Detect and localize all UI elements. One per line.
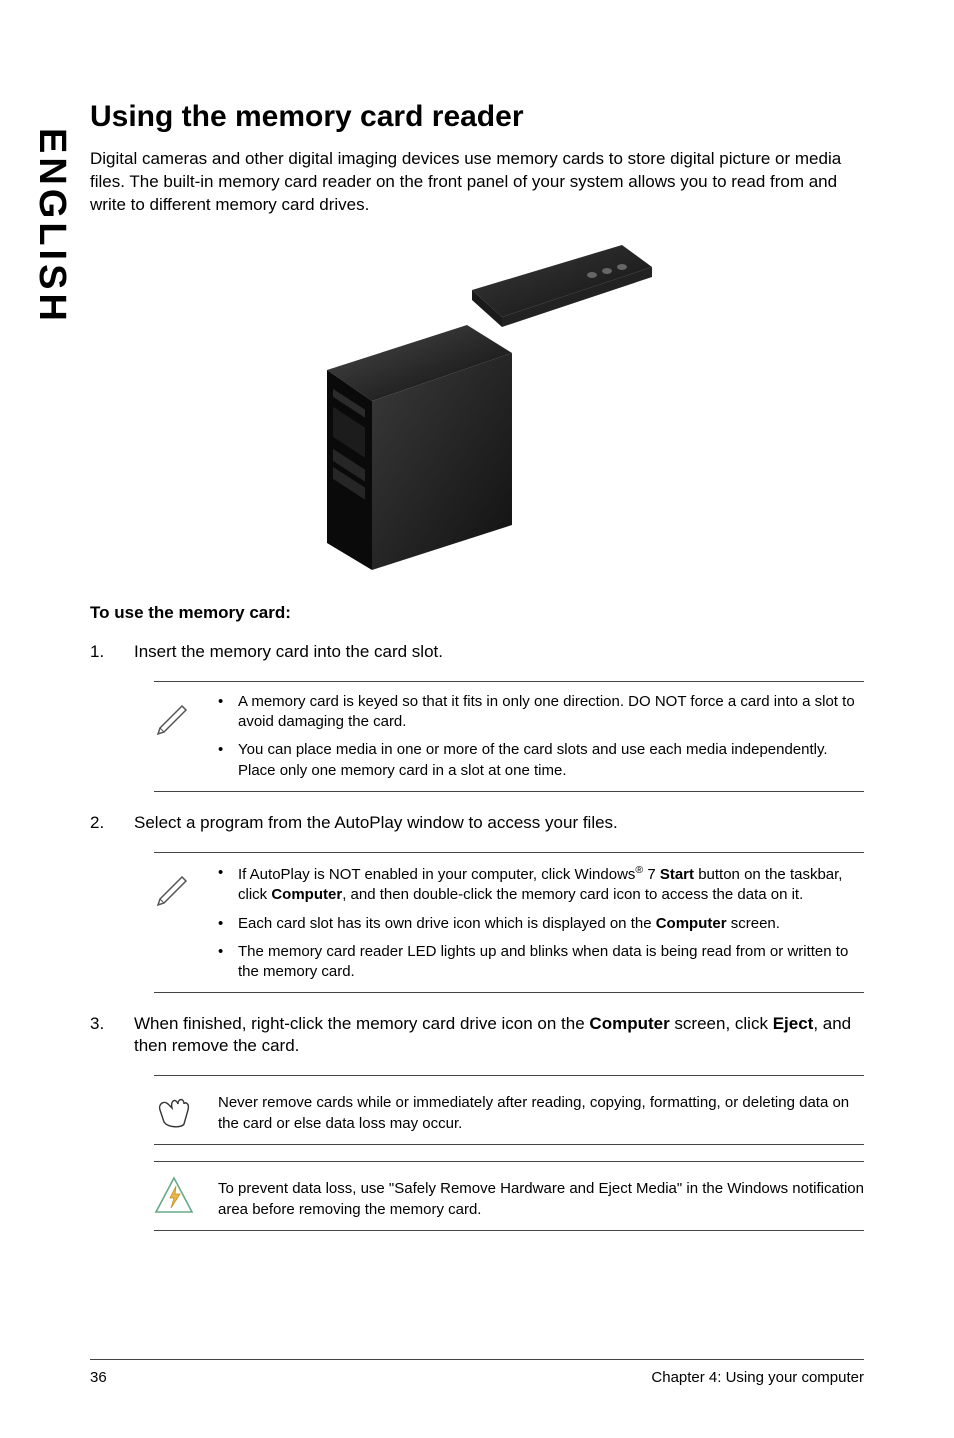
note2-b1-bold2: Computer	[271, 886, 342, 903]
note2-bullet-1: • If AutoPlay is NOT enabled in your com…	[218, 863, 864, 906]
pencil-icon	[154, 692, 200, 781]
page-title: Using the memory card reader	[90, 100, 864, 134]
page-footer: 36 Chapter 4: Using your computer	[90, 1369, 864, 1386]
caution-lightning-icon	[154, 1172, 200, 1220]
hand-icon	[154, 1086, 200, 1134]
note-block-1: •A memory card is keyed so that it fits …	[154, 681, 864, 792]
step-2: 2. Select a program from the AutoPlay wi…	[90, 812, 864, 834]
note2-b2-pre: Each card slot has its own drive icon wh…	[238, 915, 656, 932]
step-2-text: Select a program from the AutoPlay windo…	[134, 812, 864, 834]
note1-bullet-1: •A memory card is keyed so that it fits …	[218, 692, 864, 733]
note2-b2-post: screen.	[727, 915, 780, 932]
step-2-number: 2.	[90, 812, 134, 834]
note4-text: To prevent data loss, use "Safely Remove…	[218, 1172, 864, 1220]
note2-b2-bold: Computer	[656, 915, 727, 932]
footer-rule	[90, 1359, 864, 1360]
step-3-text: When finished, right-click the memory ca…	[134, 1013, 864, 1057]
step-3: 3. When finished, right-click the memory…	[90, 1013, 864, 1057]
note1-bullet-2: •You can place media in one or more of t…	[218, 740, 864, 781]
note2-bullet-2: • Each card slot has its own drive icon …	[218, 914, 864, 934]
note-block-2: • If AutoPlay is NOT enabled in your com…	[154, 852, 864, 993]
registered-mark: ®	[635, 864, 643, 876]
note2-b1-post: , and then double-click the memory card …	[342, 886, 803, 903]
chapter-label: Chapter 4: Using your computer	[651, 1369, 864, 1386]
procedure-heading: To use the memory card:	[90, 603, 864, 623]
note2-b1-pre: If AutoPlay is NOT enabled in your compu…	[238, 866, 635, 883]
note2-b1-mid1: 7	[643, 866, 660, 883]
note-block-3: Never remove cards while or immediately …	[154, 1075, 864, 1145]
note1-bullet-1-text: A memory card is keyed so that it fits i…	[238, 692, 864, 733]
step-1-number: 1.	[90, 641, 134, 663]
note2-bullet-3: •The memory card reader LED lights up an…	[218, 942, 864, 983]
intro-paragraph: Digital cameras and other digital imagin…	[90, 148, 864, 217]
note3-text: Never remove cards while or immediately …	[218, 1086, 864, 1134]
side-language-label: ENGLISH	[30, 128, 73, 325]
note1-bullet-2-text: You can place media in one or more of th…	[238, 740, 864, 781]
pencil-icon	[154, 863, 200, 982]
step-1-text: Insert the memory card into the card slo…	[134, 641, 864, 663]
note2-b1-bold1: Start	[660, 866, 694, 883]
step-1: 1. Insert the memory card into the card …	[90, 641, 864, 663]
product-illustration	[297, 235, 657, 575]
side-language-text: ENGLISH	[31, 128, 73, 325]
note-block-4: To prevent data loss, use "Safely Remove…	[154, 1161, 864, 1231]
step-3-number: 3.	[90, 1013, 134, 1057]
page-number: 36	[90, 1369, 107, 1386]
note2-b3-text: The memory card reader LED lights up and…	[238, 942, 864, 983]
